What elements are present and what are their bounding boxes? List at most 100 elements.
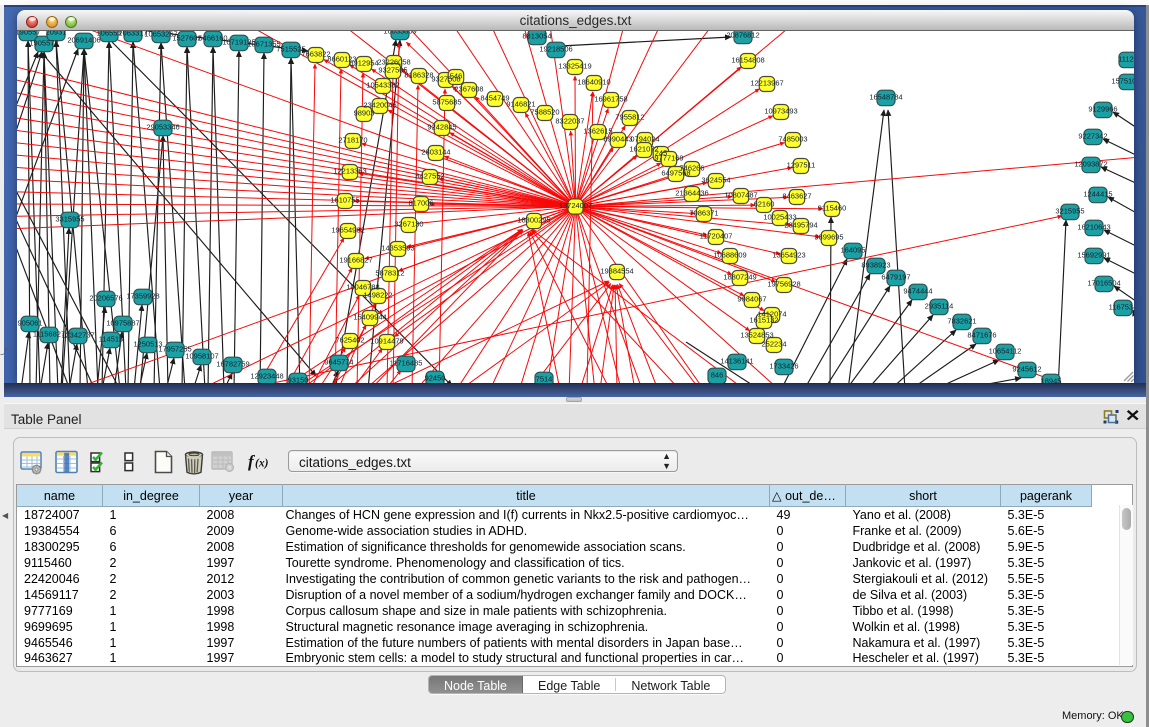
svg-text:13524853: 13524853 [740, 331, 773, 340]
svg-text:23495794: 23495794 [784, 221, 817, 230]
svg-text:5875685: 5875685 [432, 98, 461, 107]
svg-text:1615132: 1615132 [749, 316, 778, 325]
svg-text:1733426: 1733426 [769, 362, 798, 371]
svg-text:18640910: 18640910 [577, 78, 610, 87]
svg-text:9115460: 9115460 [818, 204, 847, 213]
svg-text:10914479: 10914479 [370, 337, 403, 346]
svg-text:3624554: 3624554 [701, 176, 730, 185]
svg-text:0794024: 0794024 [630, 135, 659, 144]
svg-text:20931: 20931 [46, 31, 67, 37]
svg-text:2803144: 2803144 [421, 148, 450, 157]
svg-text:9242845: 9242845 [427, 123, 456, 132]
svg-text:20206576: 20206576 [89, 294, 122, 303]
svg-text:9227342: 9227342 [1078, 132, 1107, 141]
svg-text:817006: 817006 [408, 199, 433, 208]
svg-text:14353593: 14353593 [381, 244, 414, 253]
svg-text:10688609: 10688609 [713, 251, 746, 260]
svg-text:7485003: 7485003 [778, 135, 807, 144]
svg-text:16961758: 16961758 [594, 95, 627, 104]
svg-text:98903: 98903 [354, 109, 375, 118]
svg-text:8471676: 8471676 [967, 331, 996, 340]
svg-text:9084067: 9084067 [737, 295, 766, 304]
svg-text:7832621: 7832621 [947, 317, 976, 326]
svg-text:1610755: 1610755 [330, 196, 359, 205]
svg-text:3215955: 3215955 [1055, 207, 1084, 216]
svg-text:11716485: 11716485 [390, 359, 423, 368]
svg-text:546: 546 [450, 72, 463, 81]
svg-text:19756928: 19756928 [767, 280, 800, 289]
svg-text:746266: 746266 [679, 164, 704, 173]
svg-text:1527602: 1527602 [172, 34, 201, 43]
svg-text:905061: 905061 [17, 319, 42, 328]
svg-text:5878312: 5878312 [375, 269, 404, 278]
svg-text:846: 846 [711, 371, 724, 380]
svg-text:8813054: 8813054 [522, 32, 551, 41]
svg-text:16033809: 16033809 [383, 31, 416, 36]
svg-text:17016504: 17016504 [1087, 279, 1120, 288]
svg-text:190557: 190557 [17, 31, 41, 37]
svg-text:16154808: 16154808 [731, 56, 764, 65]
svg-text:2718170: 2718170 [338, 136, 367, 145]
svg-text:2063317: 2063317 [118, 31, 147, 38]
svg-text:9899695: 9899695 [814, 233, 843, 242]
svg-text:16210643: 16210643 [1077, 223, 1110, 232]
svg-text:10958107: 10958107 [185, 352, 218, 361]
svg-text:7514: 7514 [536, 375, 553, 384]
svg-text:8427552: 8427552 [415, 172, 444, 181]
svg-text:(x): (x) [255, 458, 269, 470]
svg-text:11122: 11122 [1118, 55, 1134, 64]
svg-text:7663822: 7663822 [301, 50, 330, 59]
svg-text:10973493: 10973493 [764, 107, 797, 116]
svg-text:1167534: 1167534 [1109, 303, 1134, 312]
svg-text:12213363: 12213363 [333, 167, 366, 176]
svg-text:16548784: 16548784 [869, 93, 902, 102]
svg-text:8990443: 8990443 [603, 135, 632, 144]
svg-text:9129966: 9129966 [1088, 105, 1117, 114]
svg-text:92450: 92450 [425, 374, 446, 383]
svg-text:18300295: 18300295 [517, 216, 550, 225]
svg-text:19384554: 19384554 [600, 267, 633, 276]
svg-text:9777169: 9777169 [654, 154, 683, 163]
svg-text:21364436: 21364436 [675, 189, 708, 198]
svg-text:11156827: 11156827 [33, 330, 65, 339]
svg-text:1297511: 1297511 [787, 161, 816, 170]
svg-text:6479197: 6479197 [881, 273, 910, 282]
svg-text:10543382: 10543382 [366, 81, 399, 90]
svg-text:8322037: 8322037 [555, 117, 584, 126]
svg-text:12342737: 12342737 [61, 331, 94, 340]
svg-text:2935114: 2935114 [925, 302, 954, 311]
svg-text:252234: 252234 [761, 340, 786, 349]
svg-text:13654923: 13654923 [772, 251, 805, 260]
svg-text:13325419: 13325419 [558, 62, 591, 71]
svg-text:12213967: 12213967 [750, 79, 783, 88]
svg-text:1244415: 1244415 [1083, 190, 1112, 199]
svg-text:15409944: 15409944 [353, 313, 386, 322]
svg-text:2367608: 2367608 [454, 85, 483, 94]
svg-text:18807249: 18807249 [723, 273, 756, 282]
svg-text:8912954: 8912954 [349, 59, 378, 68]
svg-text:3315955: 3315955 [55, 215, 84, 224]
svg-text:11720407: 11720407 [700, 232, 733, 241]
svg-text:7086371: 7086371 [689, 209, 718, 218]
svg-text:20876812: 20876812 [726, 31, 759, 40]
svg-text:3267130: 3267130 [394, 220, 423, 229]
svg-text:15692991: 15692991 [1077, 251, 1110, 260]
svg-text:29053346: 29053346 [146, 123, 179, 132]
svg-text:93150: 93150 [288, 376, 309, 384]
svg-text:14136141: 14136141 [720, 357, 753, 366]
svg-text:19218506: 19218506 [539, 45, 572, 54]
svg-text:8463627: 8463627 [782, 192, 811, 201]
svg-text:10975887: 10975887 [106, 319, 139, 328]
svg-text:8938923: 8938923 [861, 261, 890, 270]
svg-text:9645774: 9645774 [324, 358, 353, 367]
svg-text:1905572: 1905572 [29, 39, 58, 48]
svg-text:7625402: 7625402 [335, 336, 364, 345]
svg-text:16782759: 16782759 [216, 360, 249, 369]
svg-text:15751074: 15751074 [1111, 77, 1134, 86]
svg-text:62160: 62160 [754, 200, 775, 209]
svg-text:12093872: 12093872 [1074, 160, 1107, 169]
svg-text:9474444: 9474444 [903, 287, 932, 296]
svg-text:9327505: 9327505 [378, 66, 407, 75]
svg-text:19654982: 19654982 [331, 226, 364, 235]
svg-text:8454749: 8454749 [480, 94, 509, 103]
